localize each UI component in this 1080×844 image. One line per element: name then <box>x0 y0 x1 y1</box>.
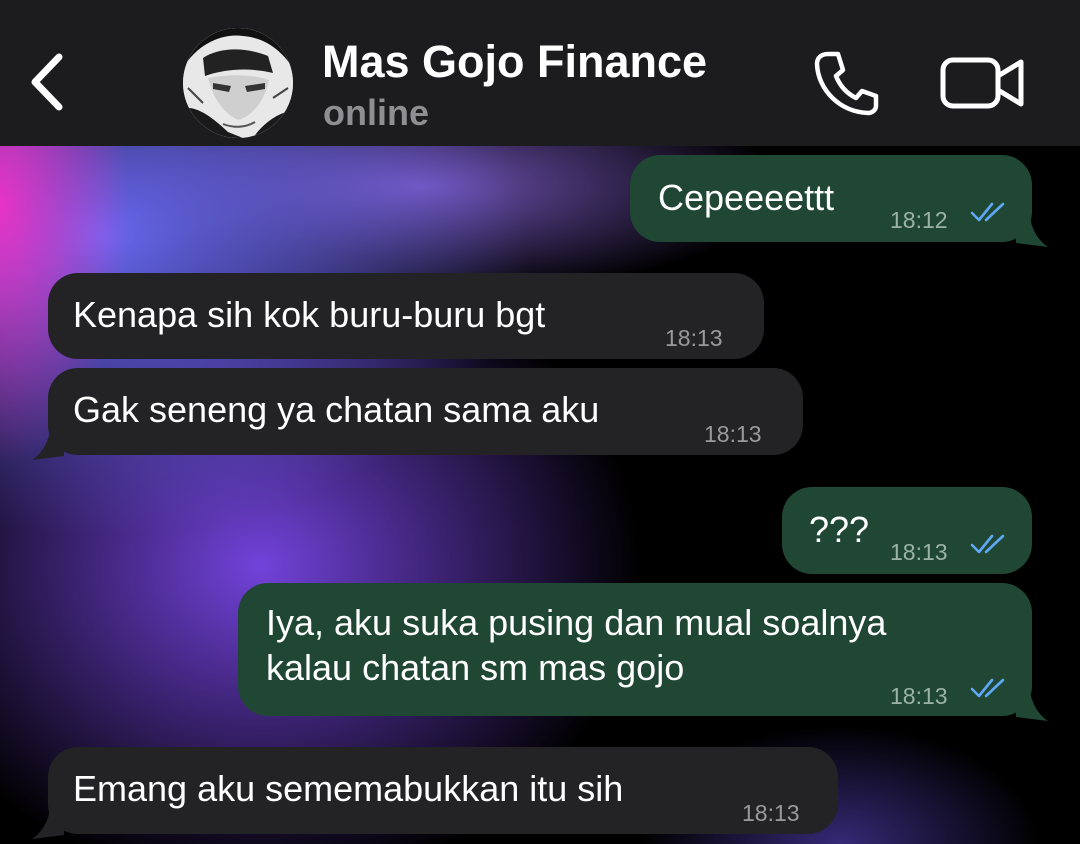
message-bubble-outgoing[interactable]: Iya, aku suka pusing dan mual soalnya ka… <box>238 583 1048 721</box>
message-text: Gak seneng ya chatan sama aku <box>73 389 600 430</box>
voice-call-button[interactable] <box>810 46 884 120</box>
message-bubble-incoming[interactable]: Kenapa sih kok buru-buru bgt 18:13 <box>48 273 764 359</box>
message-text: Cepeeeettt <box>658 177 835 218</box>
bubble-tail <box>32 426 64 460</box>
avatar[interactable] <box>183 28 293 138</box>
back-button[interactable] <box>22 42 72 122</box>
message-text: Emang aku sememabukkan itu sih <box>73 768 624 809</box>
message-bubble-outgoing[interactable]: Cepeeeettt 18:12 <box>630 155 1048 247</box>
video-call-button[interactable] <box>938 50 1028 116</box>
message-text-line: Iya, aku suka pusing dan mual soalnya <box>266 602 887 643</box>
message-bubble-incoming[interactable]: Gak seneng ya chatan sama aku 18:13 <box>32 368 803 460</box>
double-check-icon <box>970 202 1005 222</box>
contact-status: online <box>323 92 429 133</box>
message-time: 18:13 <box>890 539 948 565</box>
double-check-icon <box>970 678 1005 698</box>
chevron-left-icon <box>31 53 63 111</box>
message-text: Kenapa sih kok buru-buru bgt <box>73 294 546 335</box>
message-text: ??? <box>809 509 870 550</box>
video-camera-icon <box>940 57 1024 109</box>
contact-avatar-image <box>183 28 293 138</box>
message-bubble-incoming[interactable]: Emang aku sememabukkan itu sih 18:13 <box>32 747 838 839</box>
bubble-tail <box>32 805 64 839</box>
message-time: 18:13 <box>704 421 762 447</box>
message-time: 18:13 <box>890 683 948 709</box>
chat-screen: Mas Gojo Finance online Cepeeeettt 18:12 <box>0 0 1080 844</box>
message-text-line: kalau chatan sm mas gojo <box>266 647 685 688</box>
bubble-tail <box>1016 213 1048 247</box>
double-check-icon <box>970 534 1005 554</box>
message-time: 18:13 <box>665 325 723 351</box>
bubble-tail <box>1016 687 1048 721</box>
message-list[interactable]: Cepeeeettt 18:12 Kenapa sih kok buru-bur… <box>0 146 1080 844</box>
contact-name[interactable]: Mas Gojo Finance <box>322 36 707 88</box>
message-time: 18:12 <box>890 207 948 233</box>
message-bubble-outgoing[interactable]: ??? 18:13 <box>782 487 1032 574</box>
chat-header: Mas Gojo Finance online <box>0 0 1080 146</box>
phone-icon <box>814 51 879 116</box>
message-time: 18:13 <box>742 800 800 826</box>
